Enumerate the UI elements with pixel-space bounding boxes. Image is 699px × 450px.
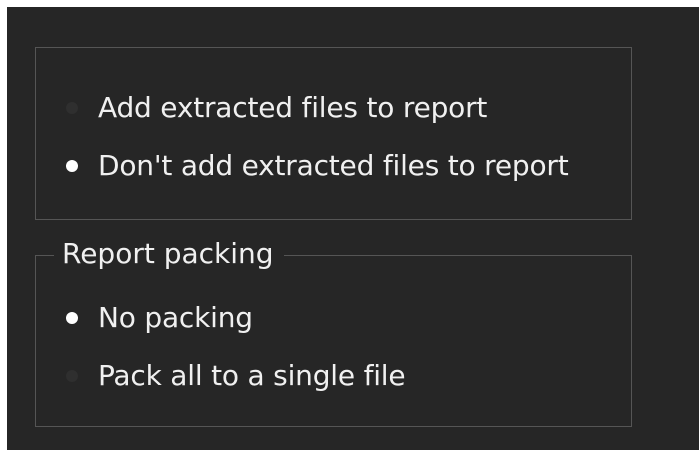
add-extracted-files-option[interactable]: Add extracted files to report (66, 88, 487, 128)
no-packing-option[interactable]: No packing (66, 298, 253, 338)
radio-button-selected[interactable] (66, 312, 78, 324)
report-packing-title: Report packing (54, 234, 284, 274)
radio-button-selected[interactable] (66, 160, 78, 172)
dont-add-extracted-files-option[interactable]: Don't add extracted files to report (66, 146, 569, 186)
report-packing-group: Report packing No packing Pack all to a … (35, 234, 632, 427)
pack-single-file-option[interactable]: Pack all to a single file (66, 356, 406, 396)
pack-single-file-label: Pack all to a single file (98, 359, 406, 392)
extracted-files-group: Add extracted files to report Don't add … (35, 47, 632, 220)
radio-button-unselected[interactable] (66, 102, 78, 114)
dont-add-extracted-files-label: Don't add extracted files to report (98, 149, 569, 182)
add-extracted-files-label: Add extracted files to report (98, 91, 488, 124)
radio-button-unselected[interactable] (66, 370, 78, 382)
settings-panel: Add extracted files to report Don't add … (7, 7, 699, 450)
no-packing-label: No packing (98, 301, 253, 334)
